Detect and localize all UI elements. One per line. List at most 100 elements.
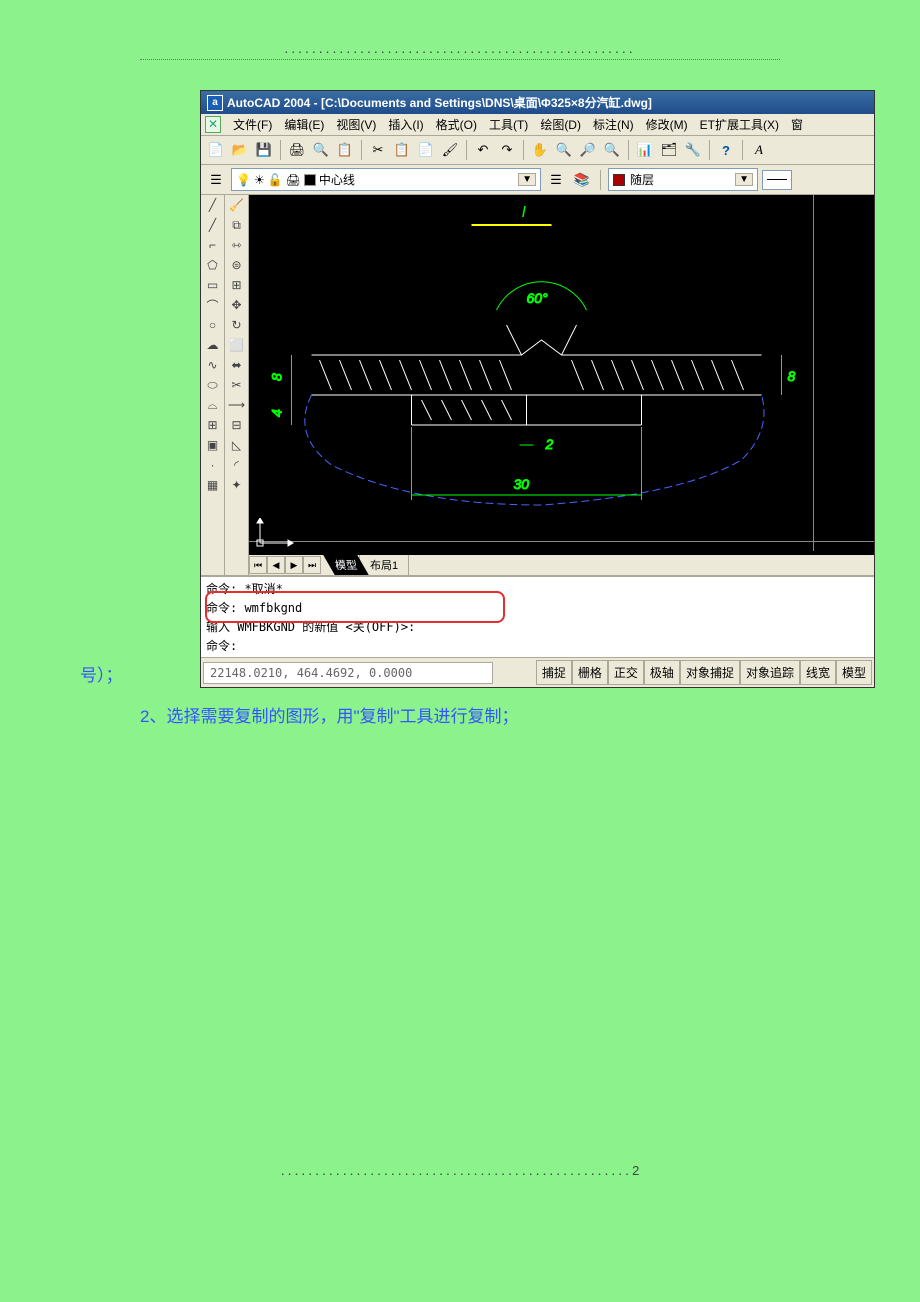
otrack-button[interactable]: 对象追踪 bbox=[740, 660, 800, 685]
circle-icon[interactable]: ○ bbox=[201, 315, 224, 335]
copy-icon[interactable]: 📋 bbox=[391, 139, 413, 161]
drawing-canvas[interactable]: I bbox=[249, 195, 874, 575]
arc-icon[interactable]: ⌒ bbox=[201, 295, 224, 315]
snap-button[interactable]: 捕捉 bbox=[536, 660, 572, 685]
autocad-screenshot: a AutoCAD 2004 - [C:\Documents and Setti… bbox=[200, 90, 875, 688]
insert-icon[interactable]: ⊞ bbox=[201, 415, 224, 435]
menu-view[interactable]: 视图(V) bbox=[336, 116, 376, 133]
zoom-prev-icon[interactable]: 🔍 bbox=[601, 139, 623, 161]
menu-window[interactable]: 窗 bbox=[791, 116, 803, 133]
command-window[interactable]: 命令: *取消* 命令: wmfbkgnd 输入 WMFBKGND 的新值 <关… bbox=[201, 575, 874, 657]
print-icon[interactable]: 🖨 bbox=[286, 139, 308, 161]
hatch-icon[interactable]: ▦ bbox=[201, 475, 224, 495]
cmd-line-3: 输入 WMFBKGND 的新值 <关(OFF)>: bbox=[203, 617, 872, 636]
ellipse-arc-icon[interactable]: ⌓ bbox=[201, 395, 224, 415]
line-icon[interactable]: ╱ bbox=[201, 195, 224, 215]
menu-draw[interactable]: 绘图(D) bbox=[540, 116, 581, 133]
draw-toolbar: ╱ ╱ ⌐ ⬠ ▭ ⌒ ○ ☁ ∿ ⬭ ⌓ ⊞ ▣ bbox=[201, 195, 225, 575]
tab-prev-icon[interactable]: ◀ bbox=[267, 556, 285, 574]
cut-icon[interactable]: ✂ bbox=[367, 139, 389, 161]
window-title: AutoCAD 2004 - [C:\Documents and Setting… bbox=[227, 94, 652, 111]
text-style-icon[interactable]: A bbox=[748, 139, 770, 161]
layer-states-icon[interactable]: 📚 bbox=[571, 169, 593, 191]
menu-modify[interactable]: 修改(M) bbox=[646, 116, 688, 133]
svg-text:30: 30 bbox=[514, 476, 530, 492]
extend-icon[interactable]: ⟶ bbox=[225, 395, 248, 415]
svg-text:2: 2 bbox=[545, 436, 554, 452]
move-icon[interactable]: ✥ bbox=[225, 295, 248, 315]
layer-dropdown[interactable]: 💡 ☀ 🔓 🖨 中心线 ▼ bbox=[231, 168, 541, 191]
polygon-icon[interactable]: ⬠ bbox=[201, 255, 224, 275]
coordinates-display: 22148.0210, 464.4692, 0.0000 bbox=[203, 662, 493, 684]
array-icon[interactable]: ⊞ bbox=[225, 275, 248, 295]
match-icon[interactable]: 🖌 bbox=[439, 139, 461, 161]
publish-icon[interactable]: 📋 bbox=[334, 139, 356, 161]
preview-icon[interactable]: 🔍 bbox=[310, 139, 332, 161]
undo-icon[interactable]: ↶ bbox=[472, 139, 494, 161]
redo-icon[interactable]: ↷ bbox=[496, 139, 518, 161]
open-icon[interactable]: 📂 bbox=[229, 139, 251, 161]
paste-icon[interactable]: 📄 bbox=[415, 139, 437, 161]
pline-icon[interactable]: ⌐ bbox=[201, 235, 224, 255]
properties-icon[interactable]: 📊 bbox=[634, 139, 656, 161]
tool-palette-icon[interactable]: 🔧 bbox=[682, 139, 704, 161]
color-dropdown[interactable]: 随层 ▼ bbox=[608, 168, 758, 191]
offset-icon[interactable]: ⊜ bbox=[225, 255, 248, 275]
block-icon[interactable]: ▣ bbox=[201, 435, 224, 455]
polar-button[interactable]: 极轴 bbox=[644, 660, 680, 685]
lwt-button[interactable]: 线宽 bbox=[800, 660, 836, 685]
rectangle-icon[interactable]: ▭ bbox=[201, 275, 224, 295]
ucs-icon bbox=[255, 518, 295, 551]
break-icon[interactable]: ⊟ bbox=[225, 415, 248, 435]
menu-bar[interactable]: ✕ 文件(F) 编辑(E) 视图(V) 插入(I) 格式(O) 工具(T) 绘图… bbox=[201, 114, 874, 136]
ellipse-icon[interactable]: ⬭ bbox=[201, 375, 224, 395]
fillet-icon[interactable]: ◜ bbox=[225, 455, 248, 475]
grid-button[interactable]: 栅格 bbox=[572, 660, 608, 685]
menu-edit[interactable]: 编辑(E) bbox=[284, 116, 324, 133]
chamfer-icon[interactable]: ◺ bbox=[225, 435, 248, 455]
tab-last-icon[interactable]: ⏭ bbox=[303, 556, 321, 574]
menu-file[interactable]: 文件(F) bbox=[233, 116, 272, 133]
footer-separator: ........................................… bbox=[140, 1162, 780, 1178]
menu-insert[interactable]: 插入(I) bbox=[388, 116, 423, 133]
light-icon: 💡 bbox=[236, 173, 251, 187]
layer-manager-icon[interactable]: ☰ bbox=[205, 169, 227, 191]
scale-icon[interactable]: ⬜ bbox=[225, 335, 248, 355]
layer-name: 中心线 bbox=[319, 171, 355, 188]
lock-icon: 🔓 bbox=[268, 173, 283, 187]
osnap-button[interactable]: 对象捕捉 bbox=[680, 660, 740, 685]
help-icon[interactable]: ? bbox=[715, 139, 737, 161]
trim-icon[interactable]: ✂ bbox=[225, 375, 248, 395]
tab-next-icon[interactable]: ▶ bbox=[285, 556, 303, 574]
save-icon[interactable]: 💾 bbox=[253, 139, 275, 161]
stretch-icon[interactable]: ⬌ bbox=[225, 355, 248, 375]
tab-first-icon[interactable]: ⏮ bbox=[249, 556, 267, 574]
erase-icon[interactable]: 🧹 bbox=[225, 195, 248, 215]
model-button[interactable]: 模型 bbox=[836, 660, 872, 685]
cmd-line-4: 命令: bbox=[203, 636, 872, 655]
menu-format[interactable]: 格式(O) bbox=[436, 116, 477, 133]
spline-icon[interactable]: ∿ bbox=[201, 355, 224, 375]
chevron-down-icon: ▼ bbox=[518, 173, 536, 186]
layer-prev-icon[interactable]: ☰ bbox=[545, 169, 567, 191]
pan-icon[interactable]: ✋ bbox=[529, 139, 551, 161]
zoom-rt-icon[interactable]: 🔍 bbox=[553, 139, 575, 161]
color-swatch bbox=[613, 174, 625, 186]
menu-et-ext[interactable]: ET扩展工具(X) bbox=[700, 116, 779, 133]
explode-icon[interactable]: ✦ bbox=[225, 475, 248, 495]
menu-tools[interactable]: 工具(T) bbox=[489, 116, 528, 133]
menu-dim[interactable]: 标注(N) bbox=[593, 116, 634, 133]
new-icon[interactable]: 📄 bbox=[205, 139, 227, 161]
copy-obj-icon[interactable]: ⧉ bbox=[225, 215, 248, 235]
rotate-icon[interactable]: ↻ bbox=[225, 315, 248, 335]
ortho-button[interactable]: 正交 bbox=[608, 660, 644, 685]
xline-icon[interactable]: ╱ bbox=[201, 215, 224, 235]
text-fragment-before: 号）； bbox=[80, 661, 123, 686]
design-center-icon[interactable]: 🗂 bbox=[658, 139, 680, 161]
linetype-dropdown[interactable] bbox=[762, 170, 792, 190]
mirror-icon[interactable]: ⇿ bbox=[225, 235, 248, 255]
chevron-down-icon: ▼ bbox=[735, 173, 753, 186]
revcloud-icon[interactable]: ☁ bbox=[201, 335, 224, 355]
point-icon[interactable]: · bbox=[201, 455, 224, 475]
zoom-win-icon[interactable]: 🔎 bbox=[577, 139, 599, 161]
